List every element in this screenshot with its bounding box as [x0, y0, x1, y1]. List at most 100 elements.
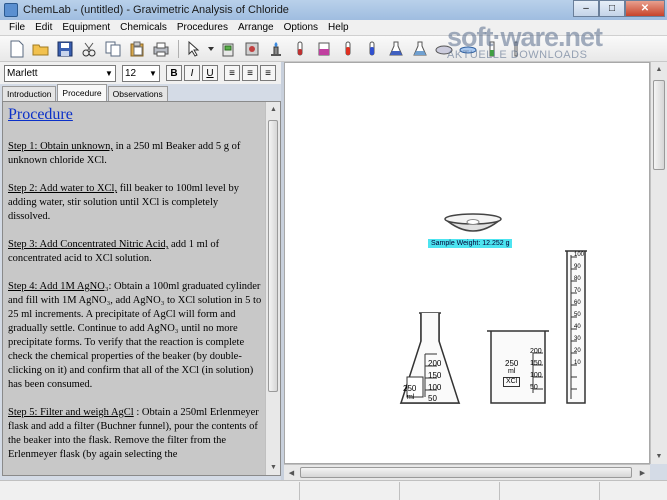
step-text: : Obtain a 100ml graduated cylinder and …: [8, 281, 262, 390]
cylinder-tick: 90: [574, 264, 581, 270]
step-label: Step 4: Add 1M AgNO₃: [8, 281, 109, 292]
beaker-content-label: XCl: [503, 377, 521, 387]
cylinder-icon[interactable]: [481, 38, 503, 60]
flask-unit: ml: [407, 394, 415, 401]
cut-icon[interactable]: [78, 38, 100, 60]
close-button[interactable]: ✕: [625, 0, 665, 17]
align-right-button[interactable]: ≡: [260, 65, 276, 81]
menu-equipment[interactable]: Equipment: [57, 22, 115, 33]
step-label: Step 2: Add water to XCl,: [8, 183, 118, 194]
window-title: ChemLab - (untitled) - Gravimetric Analy…: [23, 4, 289, 16]
beaker-tick: 200: [530, 348, 542, 355]
flask-tick: 150: [428, 371, 442, 380]
scroll-down-icon[interactable]: ▼: [266, 460, 280, 475]
step-label: Step 3: Add Concentrated Nitric Acid,: [8, 239, 169, 250]
open-icon[interactable]: [30, 38, 52, 60]
cursor-icon[interactable]: [183, 38, 205, 60]
beaker-unit: ml: [508, 368, 516, 375]
menu-help[interactable]: Help: [323, 22, 354, 33]
scroll-down-icon[interactable]: ▼: [651, 449, 667, 464]
scroll-right-icon[interactable]: ▶: [635, 465, 650, 480]
watch-glass-icon[interactable]: [457, 38, 479, 60]
step-label: Step 5: Filter and weigh AgCl: [8, 407, 134, 418]
save-icon[interactable]: [54, 38, 76, 60]
beaker-icon[interactable]: [313, 38, 335, 60]
status-bar: [0, 480, 667, 500]
dropdown-arrow-icon[interactable]: [207, 38, 215, 60]
flask-tick: 50: [428, 394, 437, 403]
scroll-thumb[interactable]: [653, 80, 665, 170]
copy-icon[interactable]: [102, 38, 124, 60]
menu-chemicals[interactable]: Chemicals: [115, 22, 172, 33]
tab-procedure[interactable]: Procedure: [57, 84, 107, 101]
scroll-thumb[interactable]: [268, 120, 278, 392]
scroll-up-icon[interactable]: ▲: [266, 102, 280, 117]
procedure-step: Step 5: Filter and weigh AgCl : Obtain a…: [8, 406, 263, 462]
cylinder-tick: 50: [574, 312, 581, 318]
erlenmeyer-icon[interactable]: [409, 38, 431, 60]
pipette-icon[interactable]: [505, 38, 527, 60]
toolbar: [0, 36, 667, 62]
menu-edit[interactable]: Edit: [30, 22, 57, 33]
flask-tick: 200: [428, 359, 442, 368]
bold-button[interactable]: B: [166, 65, 182, 81]
font-select[interactable]: Marlett ▼: [4, 64, 116, 82]
minimize-button[interactable]: –: [573, 0, 599, 17]
tab-introduction[interactable]: Introduction: [2, 86, 57, 101]
scroll-thumb[interactable]: [300, 467, 632, 478]
test-tube-icon[interactable]: [289, 38, 311, 60]
beaker[interactable]: [485, 329, 551, 407]
procedure-panel: Procedure Step 1: Obtain unknown, in a 2…: [2, 101, 281, 476]
cylinder-tick: 60: [574, 300, 581, 306]
font-select-value: Marlett: [7, 67, 38, 79]
cylinder-tick: 100: [574, 252, 585, 258]
lab-bench-canvas[interactable]: Sample Weight: 12.252 g 250 ml 200 150 1…: [284, 62, 650, 464]
canvas-horizontal-scrollbar[interactable]: ◀ ▶: [284, 464, 650, 480]
procedure-step: Step 4: Add 1M AgNO₃: Obtain a 100ml gra…: [8, 280, 263, 392]
italic-button[interactable]: I: [184, 65, 200, 81]
procedure-scrollbar[interactable]: ▲ ▼: [265, 102, 280, 475]
font-size-select[interactable]: 12 ▼: [122, 64, 160, 82]
status-cell: [500, 482, 600, 500]
canvas-vertical-scrollbar[interactable]: ▲ ▼: [650, 62, 667, 464]
maximize-button[interactable]: □: [599, 0, 625, 17]
hotplate-icon[interactable]: [241, 38, 263, 60]
scroll-up-icon[interactable]: ▲: [651, 62, 667, 77]
align-left-button[interactable]: ≡: [224, 65, 240, 81]
evaporating-dish-icon[interactable]: [433, 38, 455, 60]
menu-options[interactable]: Options: [279, 22, 323, 33]
procedure-document[interactable]: Procedure Step 1: Obtain unknown, in a 2…: [8, 106, 263, 475]
bunsen-burner-icon[interactable]: [265, 38, 287, 60]
new-icon[interactable]: [6, 38, 28, 60]
align-center-button[interactable]: ≡: [242, 65, 258, 81]
cylinder-tick: 30: [574, 336, 581, 342]
toolbar-separator: [178, 39, 179, 58]
scroll-left-icon[interactable]: ◀: [284, 465, 299, 480]
menu-procedures[interactable]: Procedures: [172, 22, 233, 33]
app-icon: [4, 3, 18, 17]
paste-icon[interactable]: [126, 38, 148, 60]
chevron-down-icon: ▼: [105, 68, 113, 78]
cylinder-tick: 80: [574, 276, 581, 282]
balance-icon[interactable]: [217, 38, 239, 60]
evaporating-dish[interactable]: [443, 213, 503, 241]
step-label: Step 1: Obtain unknown,: [8, 141, 113, 152]
underline-button[interactable]: U: [202, 65, 218, 81]
beaker-tick: 100: [530, 372, 542, 379]
print-icon[interactable]: [150, 38, 172, 60]
procedure-step: Step 3: Add Concentrated Nitric Acid, ad…: [8, 238, 263, 266]
procedure-step: Step 2: Add water to XCl, fill beaker to…: [8, 182, 263, 224]
sample-weight-label: Sample Weight: 12.252 g: [428, 239, 513, 248]
tab-observations[interactable]: Observations: [107, 86, 168, 101]
flask-icon[interactable]: [385, 38, 407, 60]
menu-bar: File Edit Equipment Chemicals Procedures…: [0, 20, 667, 36]
title-bar: ChemLab - (untitled) - Gravimetric Analy…: [0, 0, 667, 20]
status-cell: [300, 482, 400, 500]
menu-arrange[interactable]: Arrange: [233, 22, 279, 33]
test-tube-red-icon[interactable]: [337, 38, 359, 60]
test-tube-blue-icon[interactable]: [361, 38, 383, 60]
cylinder-tick: 20: [574, 348, 581, 354]
procedure-heading: Procedure: [8, 106, 73, 123]
font-size-value: 12: [125, 67, 137, 79]
menu-file[interactable]: File: [4, 22, 30, 33]
